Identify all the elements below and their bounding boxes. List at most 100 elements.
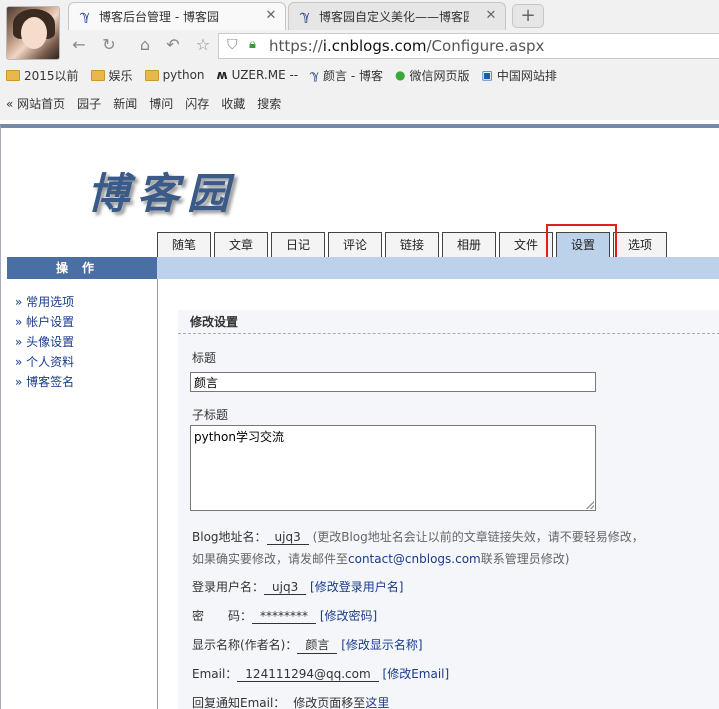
subtitle-text: python学习交流 [194,430,284,444]
sidebar-list: 常用选项 帐户设置 头像设置 个人资料 博客签名 [15,292,74,392]
email-row: Email： 124111294@qq.com [修改Email] [192,665,449,682]
bookmark-label: python [162,68,205,82]
resize-grip-icon[interactable] [586,501,594,509]
sidebar-item-signature[interactable]: 博客签名 [15,372,74,392]
change-login-link[interactable]: [修改登录用户名] [310,580,403,594]
tab-links[interactable]: 链接 [385,232,439,257]
new-tab-button[interactable]: + [512,4,544,28]
url-path: /Configure.aspx [426,37,545,55]
bookmark-link[interactable]: ● 微信网页版 [395,67,470,84]
cnblogs-icon: ℽ [310,68,319,82]
site-nav: « 网站首页 园子 新闻 博问 闪存 收藏 搜索 [0,92,719,114]
title-input[interactable]: 颜言 [190,372,596,392]
bookmark-label: 娱乐 [108,68,133,83]
close-icon[interactable]: ✕ [263,8,279,24]
change-email-link[interactable]: [修改Email] [383,667,450,681]
lock-icon: 🔒︎ [249,37,256,52]
browser-chrome: ℽ 博客后台管理 - 博客园 ✕ ℽ 博客园自定义美化——博客园IT ✕ + ←… [0,0,719,120]
display-name-row: 显示名称(作者名)： 颜言 [修改显示名称] [192,636,423,654]
cnblogs-favicon-icon: ℽ [80,8,90,24]
blog-address-note: 联系管理员修改) [480,552,570,566]
reply-email-row: 回复通知Email： 修改页面移至这里 [192,694,397,709]
subtitle-label: 子标题 [192,408,229,422]
site-nav-news[interactable]: 新闻 [113,95,137,112]
back-icon[interactable]: ← [68,34,90,56]
site-nav-garden[interactable]: 园子 [77,95,101,112]
uzer-icon: ʍ [216,68,228,82]
shield-icon[interactable]: ⛉ [227,37,238,53]
folder-icon [144,69,159,81]
display-name-label: 显示名称(作者名)： [192,638,298,652]
undo-icon[interactable]: ↶ [162,34,184,56]
bookmark-label: 微信网页版 [409,68,470,83]
blog-address-label: Blog地址名： [192,530,267,544]
tab-comments[interactable]: 评论 [328,232,382,257]
reply-email-label: 回复通知Email： [192,696,286,709]
sidebar-item-common-options[interactable]: 常用选项 [15,292,74,312]
change-display-name-link[interactable]: [修改显示名称] [341,638,422,652]
sidebar-item-account[interactable]: 帐户设置 [15,312,74,332]
blog-address-note-row: 如果确实要修改，请发邮件至contact@cnblogs.com联系管理员修改) [192,550,569,567]
title-label: 标题 [192,351,217,365]
page-frame: 博客园 随笔 文章 日记 评论 链接 相册 文件 设置 选项 操作 常用选项 帐… [0,124,719,709]
sidebar-header: 操作 [7,257,157,279]
site-nav-home[interactable]: « 网站首页 [6,95,65,112]
nav-bar: ← ↻ ⌂ ↶ ☆ ⛉ 🔒︎ https://i.cnblogs.com/Con… [66,30,719,60]
blog-address-note: 如果确实要修改，请发邮件至 [192,552,349,566]
tab-options[interactable]: 选项 [613,232,667,257]
tab-posts[interactable]: 随笔 [157,232,211,257]
password-row: 密 码： ******** [修改密码] [192,607,377,624]
password-value: ******** [252,609,317,624]
bookmark-label: 颜言 - 博客 [323,68,383,83]
main-header-bar [157,257,719,279]
change-password-link[interactable]: [修改密码] [320,609,377,623]
panel-title: 修改设置 [178,310,719,334]
bookmark-link[interactable]: ʍ UZER.ME -- [217,68,299,82]
site-nav-ask[interactable]: 博问 [149,95,173,112]
sidebar-item-profile[interactable]: 个人资料 [15,352,74,372]
subtitle-textarea[interactable]: python学习交流 [190,425,596,511]
address-bar[interactable]: ⛉ 🔒︎ https://i.cnblogs.com/Configure.asp… [218,33,719,59]
reply-email-value: 修改页面移至这里 [285,694,397,709]
blog-address-note: (更改Blog地址名会让以前的文章链接失效，请不要轻易修改， [312,530,644,544]
tab-albums[interactable]: 相册 [442,232,496,257]
bookmark-folder[interactable]: python [144,68,205,82]
reply-email-here-link[interactable]: 这里 [365,696,389,709]
sidebar-divider [157,279,158,709]
tab-articles[interactable]: 文章 [214,232,268,257]
site-nav-flash[interactable]: 闪存 [185,95,209,112]
contact-email-link[interactable]: contact@cnblogs.com [348,552,481,566]
reply-email-text: 修改页面移至 [293,696,366,709]
bookmark-link[interactable]: ▣ 中国网站排 [481,67,556,84]
tab-title: 博客后台管理 - 博客园 [99,10,219,24]
browser-tab[interactable]: ℽ 博客园自定义美化——博客园IT ✕ [288,2,506,30]
tab-files[interactable]: 文件 [499,232,553,257]
bookmark-folder[interactable]: 娱乐 [90,67,133,84]
bookmarks-bar: 2015以前 娱乐 python ʍ UZER.ME -- ℽ 颜言 - 博客 ● 微… [0,63,719,87]
bookmark-label: 2015以前 [24,68,79,83]
email-label: Email： [192,667,238,681]
tab-bar: ℽ 博客后台管理 - 博客园 ✕ ℽ 博客园自定义美化——博客园IT ✕ + [66,0,719,30]
login-name-label: 登录用户名： [192,580,265,594]
site-nav-favorites[interactable]: 收藏 [221,95,245,112]
reload-icon[interactable]: ↻ [98,34,120,56]
profile-avatar[interactable] [6,6,60,60]
browser-tab-active[interactable]: ℽ 博客后台管理 - 博客园 ✕ [68,2,286,30]
folder-icon [6,69,20,81]
site-logo[interactable]: 博客园 [87,160,237,221]
bookmark-folder[interactable]: 2015以前 [6,67,79,84]
sidebar-item-avatar[interactable]: 头像设置 [15,332,74,352]
tab-diary[interactable]: 日记 [271,232,325,257]
site-nav-search[interactable]: 搜索 [257,95,281,112]
url-host: i.cnblogs.com [322,37,427,55]
bookmark-link[interactable]: ℽ 颜言 - 博客 [310,67,383,84]
login-name-row: 登录用户名： ujq3 [修改登录用户名] [192,578,403,595]
folder-icon [90,69,105,81]
star-icon[interactable]: ☆ [192,34,214,56]
close-icon[interactable]: ✕ [483,8,499,24]
tab-settings[interactable]: 设置 [556,232,610,257]
home-icon[interactable]: ⌂ [134,34,156,56]
bookmark-label: UZER.ME -- [231,68,299,82]
email-value: 124111294@qq.com [237,667,379,682]
login-name-value: ujq3 [264,580,307,595]
